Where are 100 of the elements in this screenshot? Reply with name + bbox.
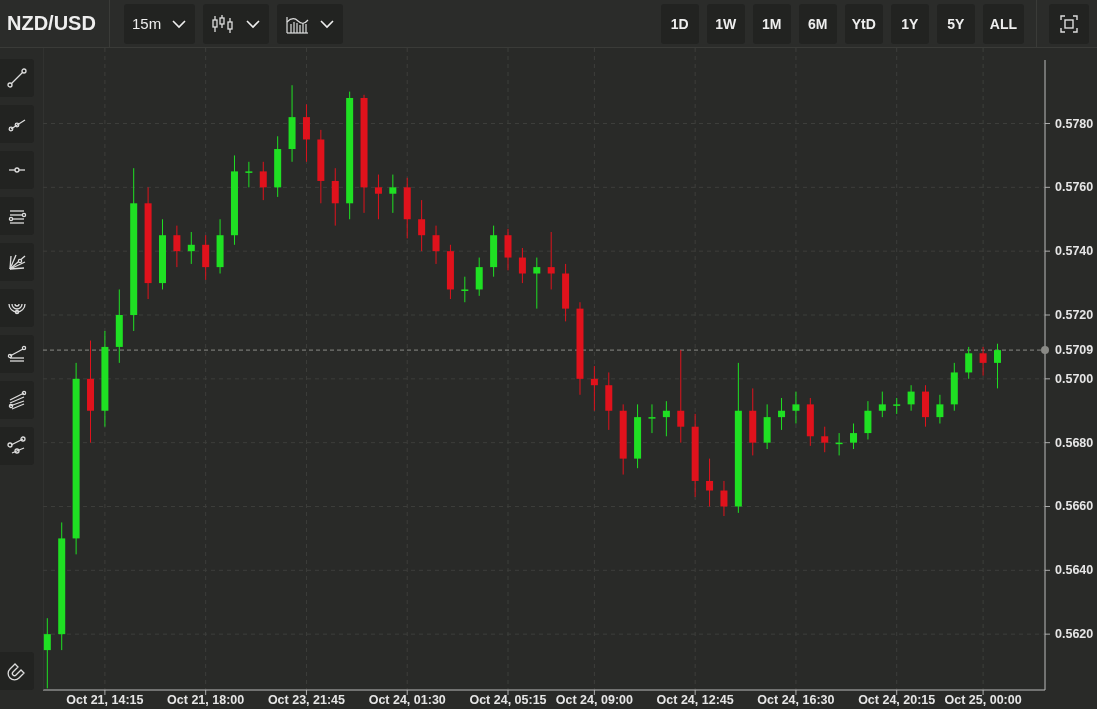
interval-dropdown[interactable]: 15m <box>124 3 196 44</box>
drawing-tool-button[interactable] <box>0 59 34 97</box>
candlestick <box>907 384 915 412</box>
candlestick <box>389 174 397 214</box>
drawing-tool-button[interactable] <box>0 335 34 373</box>
fullscreen-icon <box>1059 13 1079 34</box>
chevron-down-icon <box>171 18 188 29</box>
price-axis-label: 0.5700 <box>1055 371 1094 386</box>
candlestick <box>274 135 282 198</box>
price-axis-label: 0.5640 <box>1055 563 1094 578</box>
candlestick <box>518 247 526 284</box>
candlestick <box>821 426 829 453</box>
line-tool-icon <box>6 67 28 89</box>
time-axis-label: Oct 24, 09:00 <box>555 693 633 707</box>
candlestick <box>533 257 541 310</box>
candlestick <box>446 244 454 300</box>
candlestick <box>792 391 800 424</box>
time-axis-label: Oct 24, 01:30 <box>368 693 446 707</box>
candlestick <box>706 458 714 507</box>
range-button[interactable]: ALL <box>982 3 1024 44</box>
pitchfork-tool-icon <box>6 343 28 365</box>
candlestick <box>806 397 814 447</box>
candlestick <box>605 371 613 431</box>
candlestick <box>749 387 757 456</box>
candlestick <box>187 231 195 265</box>
range-button[interactable]: 6M <box>798 3 837 44</box>
drawing-tool-button[interactable] <box>0 197 34 235</box>
drawing-tool-button[interactable] <box>0 151 34 189</box>
drawing-tool-button[interactable] <box>0 427 34 465</box>
candlestick <box>922 384 929 428</box>
candlestick <box>504 228 512 271</box>
candlestick <box>835 432 843 456</box>
time-axis-label: Oct 24, 12:45 <box>656 693 734 707</box>
candlestick <box>202 234 210 281</box>
candlestick-icon <box>211 13 236 34</box>
parallel-tool-icon <box>6 389 28 411</box>
candlestick <box>403 177 411 239</box>
candlestick <box>259 161 267 201</box>
price-axis-label: 0.5720 <box>1055 308 1094 322</box>
price-axis-label: 0.5760 <box>1055 180 1094 195</box>
candlestick <box>950 362 958 412</box>
candlestick <box>302 103 310 163</box>
candlestick <box>778 397 786 431</box>
range-button[interactable]: 1D <box>660 3 699 44</box>
candlestick <box>432 225 440 265</box>
candlestick <box>864 400 872 440</box>
candlestick <box>850 423 858 450</box>
candlestick <box>490 225 498 278</box>
candlestick <box>648 403 656 434</box>
candlestick <box>245 161 253 188</box>
time-axis-label: Oct 24, 20:15 <box>858 693 936 707</box>
candlestick <box>159 218 166 290</box>
candlestick <box>374 174 382 220</box>
candlestick <box>662 400 670 437</box>
range-button[interactable]: YtD <box>844 3 883 44</box>
range-button[interactable]: 5Y <box>936 3 975 44</box>
segments-tool-icon <box>6 435 28 457</box>
drawing-tool-button[interactable] <box>0 289 34 327</box>
candlestick <box>562 263 570 322</box>
time-axis-label: Oct 24, 05:15 <box>469 693 547 707</box>
time-axis-label: Oct 21, 18:00 <box>167 693 245 707</box>
price-axis-label: 0.5660 <box>1055 499 1094 514</box>
candlestick <box>936 394 944 424</box>
candlestick <box>547 231 555 290</box>
drawing-tool-button[interactable] <box>0 105 34 143</box>
price-axis-label: 0.5680 <box>1055 435 1094 450</box>
range-button[interactable]: 1Y <box>890 3 929 44</box>
range-button[interactable]: 1M <box>752 3 791 44</box>
horizontal-tool-icon <box>8 167 26 173</box>
drawing-tool-button[interactable] <box>0 243 34 281</box>
chart-type-dropdown[interactable] <box>203 3 270 44</box>
candlestick <box>720 480 728 517</box>
price-axis-label: 0.5780 <box>1055 116 1094 131</box>
candlestick <box>418 199 426 252</box>
chevron-down-icon <box>319 18 336 29</box>
candlestick <box>590 365 598 412</box>
magnet-button[interactable] <box>0 652 34 690</box>
time-axis-label: Oct 24, 16:30 <box>757 693 835 707</box>
fullscreen-button[interactable] <box>1049 3 1089 44</box>
drawing-tool-button[interactable] <box>0 381 34 419</box>
current-price-label: 0.5709 <box>1055 343 1094 358</box>
candlestick <box>216 218 224 274</box>
range-button[interactable]: 1W <box>706 3 745 44</box>
candlestick <box>331 167 339 227</box>
candlestick <box>43 617 51 689</box>
candlestick <box>173 225 181 268</box>
time-axis-label: Oct 21, 14:15 <box>66 693 144 707</box>
time-axis-label: Oct 23, 21:45 <box>267 693 346 707</box>
symbol-title: NZD/USD <box>0 0 110 47</box>
candlestick <box>893 397 901 415</box>
candlestick <box>461 276 469 303</box>
price-axis-label: 0.5620 <box>1055 627 1094 642</box>
indicators-dropdown[interactable] <box>277 3 344 44</box>
price-axis-label: 0.5740 <box>1055 244 1094 259</box>
time-axis-label: Oct 25, 00:00 <box>944 693 1022 707</box>
candlestick <box>965 346 973 380</box>
candlestick <box>878 391 886 418</box>
chevron-down-icon <box>245 18 262 29</box>
candlestick <box>634 403 642 469</box>
candlestick <box>475 257 483 297</box>
